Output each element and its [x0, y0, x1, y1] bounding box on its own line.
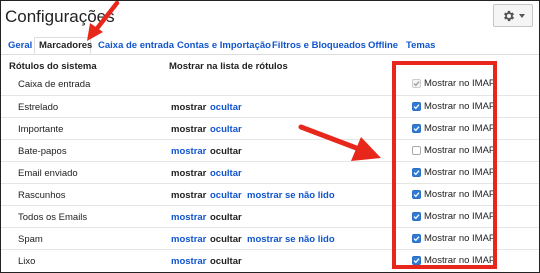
- hide-link[interactable]: ocultar: [210, 190, 242, 201]
- settings-tabs: Geral Marcadores Caixa de entrada Contas…: [1, 37, 539, 55]
- tab-offline[interactable]: Offline: [368, 40, 398, 51]
- label-name: Importante: [18, 124, 64, 135]
- show-option[interactable]: mostrar: [171, 102, 206, 113]
- hide-link[interactable]: ocultar: [210, 168, 242, 179]
- highlight-box: [392, 61, 497, 269]
- hide-option[interactable]: ocultar: [210, 146, 242, 157]
- label-name: Rascunhos: [18, 190, 66, 201]
- label-name: Spam: [18, 234, 43, 245]
- hide-option[interactable]: ocultar: [210, 212, 242, 223]
- show-link[interactable]: mostrar: [171, 146, 206, 157]
- show-option[interactable]: mostrar: [171, 190, 206, 201]
- show-link[interactable]: mostrar: [171, 212, 206, 223]
- show-link[interactable]: mostrar: [171, 234, 206, 245]
- show-option[interactable]: mostrar: [171, 124, 206, 135]
- show-option[interactable]: mostrar: [171, 168, 206, 179]
- label-name: Email enviado: [18, 168, 78, 179]
- tab-contas-e-importacao[interactable]: Contas e Importação: [177, 40, 271, 51]
- tab-geral[interactable]: Geral: [8, 40, 32, 51]
- tab-temas[interactable]: Temas: [406, 40, 435, 51]
- tab-filtros-e-bloqueados[interactable]: Filtros e Bloqueados: [272, 40, 366, 51]
- show-if-unread-link[interactable]: mostrar se não lido: [247, 234, 335, 245]
- show-if-unread-link[interactable]: mostrar se não lido: [247, 190, 335, 201]
- settings-button[interactable]: [493, 4, 533, 27]
- show-in-list-header: Mostrar na lista de rótulos: [169, 61, 288, 72]
- tab-marcadores[interactable]: Marcadores: [39, 40, 92, 51]
- chevron-down-icon: [518, 13, 525, 18]
- hide-option[interactable]: ocultar: [210, 256, 242, 267]
- gear-icon: [503, 10, 514, 21]
- show-link[interactable]: mostrar: [171, 256, 206, 267]
- label-name: Todos os Emails: [18, 212, 88, 223]
- label-name: Caixa de entrada: [18, 79, 91, 90]
- label-name: Bate-papos: [18, 146, 67, 157]
- hide-option[interactable]: ocultar: [210, 234, 242, 245]
- page-title: Configurações: [5, 7, 115, 26]
- label-name: Estrelado: [18, 102, 59, 113]
- tab-caixa-de-entrada[interactable]: Caixa de entrada: [98, 40, 174, 51]
- label-name: Lixo: [18, 256, 36, 267]
- settings-page: Configurações Geral Marcadores Caixa de …: [0, 0, 540, 273]
- hide-link[interactable]: ocultar: [210, 124, 242, 135]
- system-labels-header: Rótulos do sistema: [9, 61, 97, 72]
- hide-link[interactable]: ocultar: [210, 102, 242, 113]
